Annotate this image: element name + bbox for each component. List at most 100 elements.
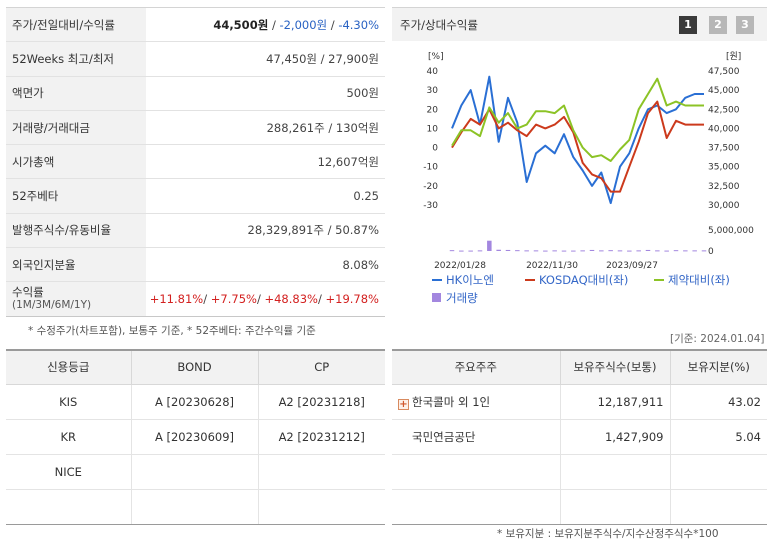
current-price: 44,500원	[213, 17, 269, 32]
volume-bar	[524, 250, 529, 252]
info-value: 28,329,891주 / 50.87%	[146, 213, 385, 249]
right-axis: [원] 47,500 45,000 42,500 40,000 37,500 35,000 3…	[708, 51, 754, 257]
right-tick-label: 37,500	[708, 144, 740, 154]
holder-name-cell: + 한국콜마 외 1인	[392, 384, 561, 420]
right-axis-unit: [원]	[726, 51, 741, 62]
info-label: 액면가	[6, 76, 146, 111]
info-row-price: 주가/전일대비/수익률 44,500원 / -2,000원 / -4.30%	[6, 7, 385, 43]
volume-bar	[692, 250, 697, 252]
holder-shares-cell	[560, 489, 671, 525]
volume-bar	[645, 249, 651, 251]
return-3m: +7.75%	[210, 292, 257, 307]
right-tick-label: 47,500	[708, 67, 740, 77]
series-line	[451, 100, 704, 193]
left-tick-label: 0	[432, 144, 438, 154]
bond-rating-cell: A [20230609]	[131, 419, 259, 455]
info-value: 12,607억원	[146, 144, 385, 180]
volume-bar	[468, 250, 473, 252]
return-1y: +19.78%	[325, 292, 380, 307]
legend-label: 제약대비(좌)	[668, 273, 730, 287]
table-row: + 한국콜마 외 1인 12,187,911 43.02	[392, 384, 767, 420]
legend-label: HK이노엔	[446, 273, 494, 287]
right-tick-label: 35,000	[708, 163, 740, 173]
return-6m: +48.83%	[264, 292, 318, 307]
col-header-cp: CP	[258, 350, 385, 385]
separator: /	[256, 292, 261, 307]
right-tick-label: 45,000	[708, 86, 740, 96]
return-1m: +11.81%	[149, 292, 204, 307]
info-label: 수익률 (1M/3M/6M/1Y)	[6, 281, 146, 317]
bond-rating-cell	[131, 454, 259, 490]
chart-legend: HK이노엔 KOSDAQ대비(좌) 제약대비(좌) 거래량	[432, 273, 730, 305]
volume-bar	[599, 250, 604, 252]
col-header-bond: BOND	[131, 350, 259, 385]
table-row	[392, 489, 767, 525]
price-change-rate: 44,500원 / -2,000원 / -4.30%	[146, 7, 385, 43]
price-change: -2,000원	[279, 17, 328, 32]
table-row: 국민연금공단 1,427,909 5.04	[392, 419, 767, 455]
agency-cell: NICE	[6, 454, 132, 490]
info-value: 288,261주 / 130억원	[146, 110, 385, 146]
volume-bar	[543, 250, 548, 252]
volume-bar	[505, 249, 511, 251]
left-axis: [%] 40 30 20 10 0 -10 -20 -30	[423, 52, 443, 211]
holder-name: 한국콜마 외 1인	[412, 394, 491, 409]
info-value: 0.25	[146, 178, 385, 214]
table-row	[392, 454, 767, 490]
volume-bar	[533, 250, 539, 252]
holder-pct-cell	[670, 454, 767, 490]
chart-page-1-button[interactable]: 1	[679, 16, 697, 34]
volume-bar	[487, 240, 492, 251]
volume-bar	[571, 250, 576, 252]
info-row-shares: 발행주식수/유동비율 28,329,891주 / 50.87%	[6, 213, 385, 249]
info-value: 47,450원 / 27,900원	[146, 41, 385, 77]
col-header-holder: 주요주주	[392, 350, 561, 385]
info-row-returns: 수익률 (1M/3M/6M/1Y) +11.81%/ +7.75%/ +48.8…	[6, 281, 385, 317]
info-label: 주가/전일대비/수익률	[6, 7, 146, 43]
cp-rating-cell: A2 [20231218]	[258, 384, 385, 420]
credit-rating-table: 신용등급 BOND CP KIS A [20230628] A2 [202312…	[6, 349, 385, 525]
info-row-foreign: 외국인지분율 8.08%	[6, 247, 385, 283]
holder-shares-cell	[560, 454, 671, 490]
volume-bar	[477, 250, 483, 252]
info-row-volume: 거래량/거래대금 288,261주 / 130억원	[6, 110, 385, 146]
cp-rating-cell	[258, 489, 385, 525]
left-tick-label: 10	[427, 124, 439, 134]
expand-plus-icon[interactable]: +	[398, 398, 409, 410]
cp-rating-cell	[258, 454, 385, 490]
left-tick-label: 20	[427, 105, 439, 115]
col-header-pct: 보유지분(%)	[670, 350, 767, 385]
credit-header-row: 신용등급 BOND CP	[6, 350, 385, 385]
info-label: 외국인지분율	[6, 247, 146, 283]
series-lines	[451, 75, 704, 205]
info-label: 발행주식수/유동비율	[6, 213, 146, 249]
volume-bar	[655, 250, 660, 252]
info-row-beta: 52주베타 0.25	[6, 178, 385, 214]
info-label: 52주베타	[6, 178, 146, 214]
left-tick-label: -30	[423, 201, 438, 211]
info-row-market-cap: 시가총액 12,607억원	[6, 144, 385, 180]
holder-shares-cell: 1,427,909	[560, 419, 671, 455]
returns-period-label: (1M/3M/6M/1Y)	[12, 299, 92, 312]
chart-page-2-button[interactable]: 2	[709, 16, 727, 34]
volume-tick-label: 5,000,000	[708, 226, 754, 236]
right-tick-label: 42,500	[708, 105, 740, 115]
bond-rating-cell: A [20230628]	[131, 384, 259, 420]
holder-shares-cell: 12,187,911	[560, 384, 671, 420]
bond-rating-cell	[131, 489, 259, 525]
volume-bar	[627, 250, 632, 252]
holder-pct-cell	[670, 489, 767, 525]
holders-footnote: * 보유지분 : 보유지분주식수/지수산정주식수*100	[497, 528, 719, 540]
chart-page-3-button[interactable]: 3	[736, 16, 754, 34]
left-tick-label: -20	[423, 182, 438, 192]
holder-pct-cell: 43.02	[670, 384, 767, 420]
returns-values: +11.81%/ +7.75%/ +48.83%/ +19.78%	[146, 281, 385, 317]
separator: /	[317, 292, 322, 307]
right-tick-label: 32,500	[708, 182, 740, 192]
info-label: 시가총액	[6, 144, 146, 180]
legend-label: 거래량	[446, 291, 478, 305]
volume-bar	[589, 249, 595, 251]
agency-cell	[6, 489, 132, 525]
volume-bar	[683, 250, 688, 252]
separator: /	[330, 17, 335, 32]
